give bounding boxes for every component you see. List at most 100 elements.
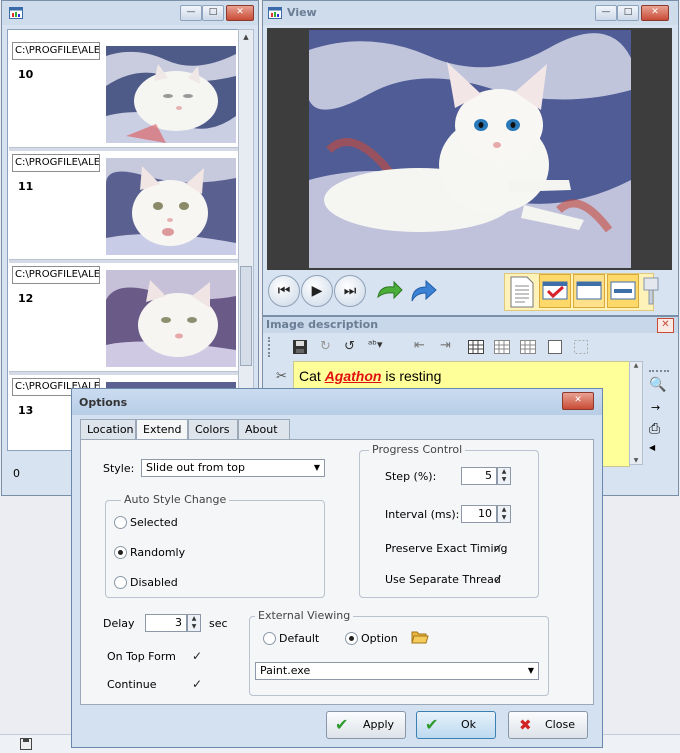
scroll-thumb[interactable]: [240, 266, 252, 366]
description-scrollbar[interactable]: ▲ ▼: [629, 361, 643, 465]
step-spinner[interactable]: ▲ ▼: [497, 467, 511, 485]
view-minimize-button[interactable]: —: [595, 5, 617, 21]
style-label: Style:: [103, 462, 135, 475]
on-top-form-label: On Top Form: [107, 650, 176, 663]
step-label: Step (%):: [385, 470, 437, 483]
tab-location[interactable]: Location: [80, 419, 136, 439]
binoculars-icon[interactable]: 🔍: [649, 377, 666, 393]
find-next-icon[interactable]: →: [651, 401, 660, 414]
radio-default[interactable]: [263, 632, 276, 645]
cat-thumbnail[interactable]: [106, 46, 236, 143]
close-button[interactable]: ✕: [226, 5, 254, 21]
zoom-slider-icon[interactable]: [641, 275, 665, 309]
cat-thumbnail[interactable]: [106, 158, 236, 255]
maximize-button[interactable]: □: [202, 5, 224, 21]
save-icon[interactable]: [292, 339, 308, 355]
options-tab-page: Style: Slide out from top ▼ Auto Style C…: [80, 439, 594, 705]
window-icon: [576, 281, 602, 300]
play-button[interactable]: ▶: [301, 275, 333, 307]
external-program-select[interactable]: Paint.exe ▼: [255, 662, 539, 680]
description-text: Cat Agathon is resting: [299, 368, 441, 384]
radio-selected-label[interactable]: Selected: [130, 516, 178, 529]
close-label: Close: [545, 718, 575, 731]
last-image-button[interactable]: ⏭: [334, 275, 366, 307]
thumbnail-path: C:\PROGFILE\ALE: [12, 154, 100, 172]
desc-scroll-down-arrow[interactable]: ▼: [630, 457, 642, 464]
cat-thumbnail[interactable]: [106, 270, 236, 367]
thumbnail-status-count: 0: [13, 467, 20, 480]
radio-randomly-label[interactable]: Randomly: [130, 546, 185, 559]
grid-lines-icon[interactable]: [574, 340, 588, 354]
progress-control-label: Progress Control: [369, 443, 466, 456]
continue-checkbox[interactable]: ✓: [191, 678, 203, 690]
spellcheck-icon[interactable]: ᵃᵇ▾: [368, 338, 383, 351]
rotate-right-icon[interactable]: [408, 279, 438, 305]
thumbnail-divider: [9, 147, 238, 151]
checklist-toggle-button[interactable]: [539, 274, 571, 308]
view-maximize-button[interactable]: □: [617, 5, 639, 21]
side-toolbar-arrow[interactable]: ◀: [649, 443, 655, 452]
cat-name-link[interactable]: Agathon: [325, 368, 382, 384]
table-icon[interactable]: [468, 340, 484, 354]
radio-default-label[interactable]: Default: [279, 632, 319, 645]
outdent-icon[interactable]: ⇤: [414, 338, 425, 353]
document-icon[interactable]: [509, 276, 535, 308]
print-icon[interactable]: ⎙: [649, 421, 660, 437]
view-close-button[interactable]: ✕: [641, 5, 669, 21]
first-image-button[interactable]: ⏮: [268, 275, 300, 307]
vertical-scrollbar[interactable]: ▲: [238, 29, 254, 449]
step-input[interactable]: 5: [461, 467, 497, 485]
program-chevron-down-icon: ▼: [527, 666, 534, 675]
radio-disabled[interactable]: [114, 576, 127, 589]
delay-input[interactable]: 3: [145, 614, 187, 632]
ok-label: Ok: [461, 718, 477, 731]
rotate-left-icon[interactable]: [374, 279, 404, 303]
indent-icon[interactable]: ⇥: [440, 338, 451, 353]
play-icon: ▶: [311, 283, 323, 299]
preserve-timing-label: Preserve Exact Timing: [385, 542, 508, 555]
side-toolbar-grip: [649, 370, 669, 374]
delay-spinner[interactable]: ▲ ▼: [187, 614, 201, 632]
separate-thread-checkbox[interactable]: ✓: [492, 573, 504, 585]
cell-icon[interactable]: [548, 340, 562, 354]
radio-disabled-label[interactable]: Disabled: [130, 576, 178, 589]
view-window-titlebar: View — □ ✕: [263, 1, 678, 25]
window-toggle-button[interactable]: [573, 274, 605, 308]
table-rows-icon[interactable]: [520, 340, 536, 354]
tab-colors[interactable]: Colors: [188, 419, 238, 439]
on-top-form-checkbox[interactable]: ✓: [191, 650, 203, 662]
ok-button[interactable]: ✔ Ok: [416, 711, 496, 739]
desc-scroll-up-arrow[interactable]: ▲: [630, 362, 642, 369]
radio-randomly[interactable]: [114, 546, 127, 559]
preserve-timing-checkbox[interactable]: ✓: [492, 542, 504, 554]
table-columns-icon[interactable]: [494, 340, 510, 354]
radio-option-label[interactable]: Option: [361, 632, 398, 645]
thumbnail-number: 13: [18, 404, 34, 417]
external-viewing-label: External Viewing: [255, 609, 354, 622]
options-title: Options: [79, 396, 128, 409]
tab-about[interactable]: About: [238, 419, 290, 439]
radio-option[interactable]: [345, 632, 358, 645]
disk-icon[interactable]: [20, 738, 32, 750]
image-viewport[interactable]: [267, 28, 672, 270]
tab-extend[interactable]: Extend: [136, 419, 188, 440]
scroll-up-arrow[interactable]: ▲: [239, 30, 253, 44]
chevron-down-icon: ▼: [313, 463, 320, 472]
scissors-icon[interactable]: ✂: [276, 369, 287, 384]
cat-image: [309, 30, 631, 268]
editor-toolbar: ↻ ↺ ᵃᵇ▾ ⇤ ⇥: [266, 335, 676, 359]
description-close-button[interactable]: ✕: [657, 318, 674, 333]
folder-open-icon[interactable]: [411, 630, 429, 644]
panel-toggle-button[interactable]: [607, 274, 639, 308]
minimize-button[interactable]: —: [180, 5, 202, 21]
undo-icon[interactable]: ↺: [344, 339, 355, 354]
options-close-button[interactable]: ✕: [562, 392, 594, 410]
interval-spinner[interactable]: ▲ ▼: [497, 505, 511, 523]
style-select[interactable]: Slide out from top ▼: [141, 459, 325, 477]
radio-selected[interactable]: [114, 516, 127, 529]
interval-value: 10: [478, 507, 492, 520]
close-dialog-button[interactable]: ✖ Close: [508, 711, 588, 739]
interval-input[interactable]: 10: [461, 505, 497, 523]
apply-button[interactable]: ✔ Apply: [326, 711, 406, 739]
redo-icon[interactable]: ↻: [320, 339, 331, 354]
